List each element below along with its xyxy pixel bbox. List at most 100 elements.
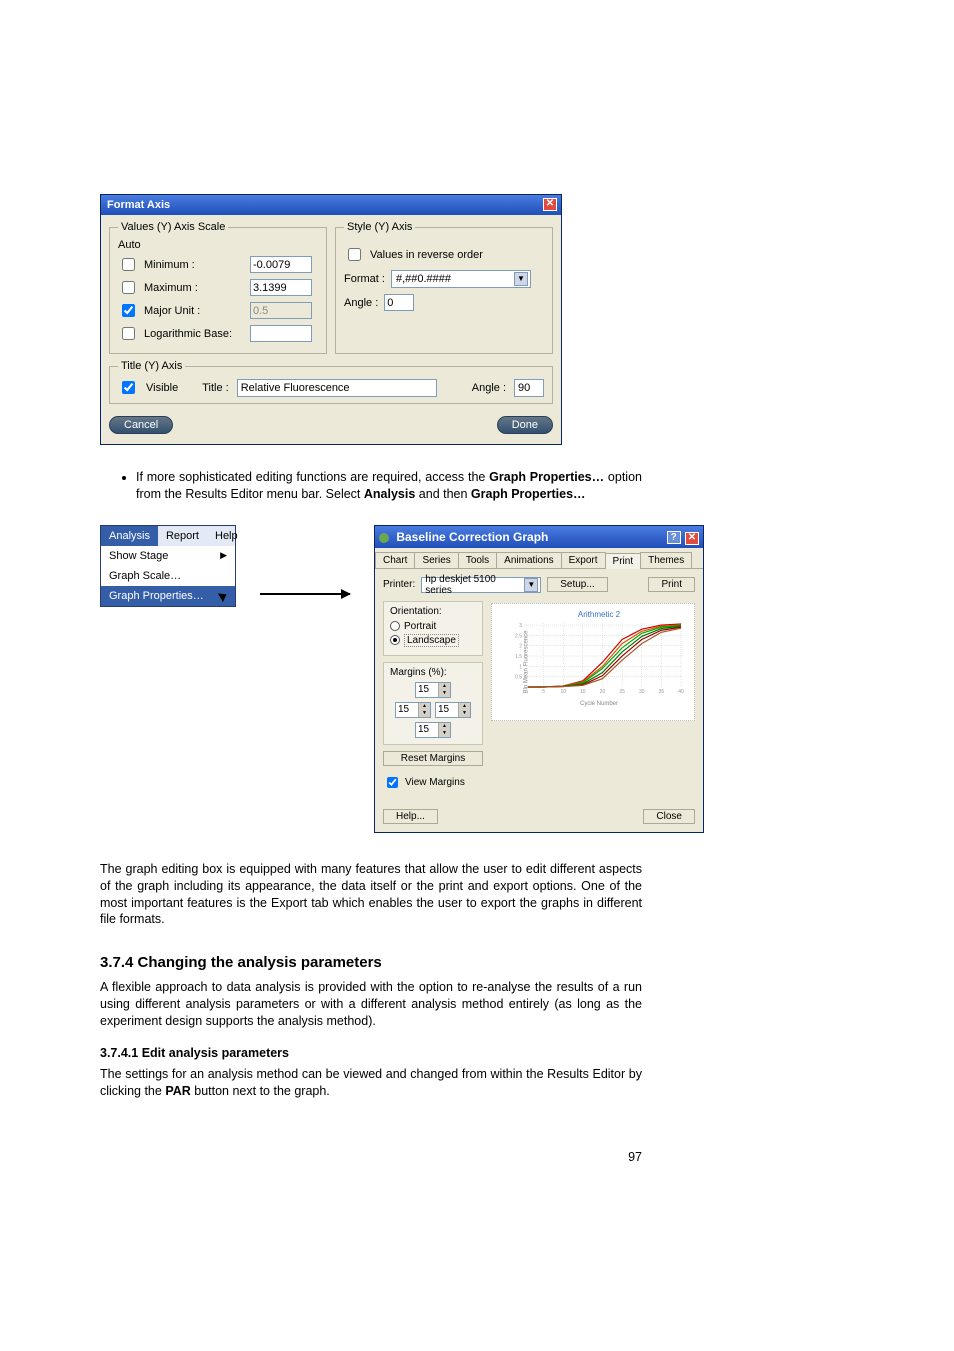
section-heading: 3.7.4 Changing the analysis parameters (100, 954, 642, 971)
arrow-icon (260, 593, 350, 595)
svg-text:10: 10 (560, 689, 566, 695)
svg-text:30: 30 (639, 689, 645, 695)
portrait-label: Portrait (404, 621, 436, 632)
close-button[interactable]: Close (643, 809, 695, 824)
print-tab-body: Printer: hp deskjet 5100 series ▼ Setup.… (375, 569, 703, 801)
y-axis-scale-group: Values (Y) Axis Scale Auto Minimum : Max… (109, 221, 327, 354)
bullet-list: If more sophisticated editing functions … (100, 469, 642, 503)
svg-text:25: 25 (619, 689, 625, 695)
graph-properties-ref: Graph Properties… (489, 470, 604, 484)
menu-dropdown: Show Stage ▶ Graph Scale… Graph Properti… (101, 546, 235, 606)
printer-label: Printer: (383, 579, 415, 590)
menu-item-label: Graph Scale… (109, 570, 181, 582)
maximum-auto-checkbox[interactable] (122, 281, 135, 294)
view-margins-checkbox[interactable]: View Margins (383, 774, 483, 791)
printer-select[interactable]: hp deskjet 5100 series ▼ (421, 577, 541, 593)
dialog-title: Format Axis (107, 199, 170, 211)
margin-left-stepper[interactable]: ▲▼ (395, 702, 431, 718)
reset-margins-button[interactable]: Reset Margins (383, 751, 483, 766)
menu-report[interactable]: Report (158, 526, 207, 546)
orientation-group: Orientation: Portrait Landscape (383, 601, 483, 656)
margin-right-value[interactable] (436, 703, 458, 717)
style-angle-field[interactable] (384, 294, 414, 311)
title-legend: Title (Y) Axis (118, 360, 185, 372)
bullet-item: If more sophisticated editing functions … (136, 469, 642, 503)
log-base-field[interactable] (250, 325, 312, 342)
dialog-titlebar[interactable]: Format Axis ✕ (101, 195, 561, 215)
margin-left-value[interactable] (396, 703, 418, 717)
menu-item-graph-properties[interactable]: Graph Properties… (101, 586, 235, 606)
menu-item-label: Graph Properties… (109, 590, 204, 602)
paragraph: A flexible approach to data analysis is … (100, 979, 642, 1030)
menu-analysis[interactable]: Analysis (101, 526, 158, 546)
tab-print[interactable]: Print (605, 553, 642, 569)
format-value: #,##0.#### (396, 273, 451, 285)
margin-bottom-value[interactable] (416, 723, 438, 737)
dropdown-icon[interactable]: ▼ (514, 272, 528, 286)
format-label: Format : (344, 273, 385, 285)
tab-chart[interactable]: Chart (375, 552, 415, 568)
minimum-label: Minimum : (144, 259, 244, 271)
svg-text:40: 40 (678, 689, 684, 695)
tab-themes[interactable]: Themes (640, 552, 692, 568)
menu-item-graph-scale[interactable]: Graph Scale… (101, 566, 235, 586)
print-button[interactable]: Print (648, 577, 695, 592)
done-button[interactable]: Done (497, 416, 553, 434)
orientation-label: Orientation: (390, 606, 476, 617)
margin-top-value[interactable] (416, 683, 438, 697)
minimum-auto-checkbox[interactable] (122, 258, 135, 271)
format-axis-dialog: Format Axis ✕ Values (Y) Axis Scale Auto… (100, 194, 562, 445)
text: If more sophisticated editing functions … (136, 470, 489, 484)
svg-text:2.5: 2.5 (515, 633, 522, 639)
log-base-label: Logarithmic Base: (144, 328, 244, 340)
printer-value: hp deskjet 5100 series (425, 574, 524, 596)
menu-item-show-stage[interactable]: Show Stage ▶ (101, 546, 235, 566)
svg-text:20: 20 (600, 689, 606, 695)
tab-export[interactable]: Export (561, 552, 606, 568)
print-close-icon[interactable]: ✕ (685, 532, 699, 545)
maximum-field[interactable] (250, 279, 312, 296)
help-icon[interactable]: ? (667, 531, 681, 544)
app-icon (379, 533, 389, 543)
paragraph: The settings for an analysis method can … (100, 1066, 642, 1100)
landscape-radio[interactable]: Landscape (390, 634, 476, 647)
major-unit-field[interactable] (250, 302, 312, 319)
margins-label: Margins (%): (390, 667, 476, 678)
reverse-order-checkbox[interactable] (348, 248, 361, 261)
title-visible-label: Visible (146, 382, 178, 394)
graph-properties-ref-2: Graph Properties… (471, 487, 586, 501)
help-button[interactable]: Help... (383, 809, 438, 824)
dropdown-icon[interactable]: ▼ (524, 578, 538, 592)
submenu-arrow-icon: ▶ (220, 550, 227, 561)
tab-tools[interactable]: Tools (458, 552, 497, 568)
title-angle-field[interactable] (514, 379, 544, 397)
style-angle-label: Angle : (344, 297, 378, 309)
svg-text:15: 15 (580, 689, 586, 695)
major-unit-auto-checkbox[interactable] (122, 304, 135, 317)
subsection-heading: 3.7.4.1 Edit analysis parameters (100, 1046, 642, 1060)
margin-right-stepper[interactable]: ▲▼ (435, 702, 471, 718)
menu-help[interactable]: Help (207, 526, 246, 546)
chart-ylabel: Bln Mean Fluorescence (524, 630, 530, 693)
close-icon[interactable]: ✕ (543, 198, 557, 211)
tab-animations[interactable]: Animations (496, 552, 561, 568)
cancel-button[interactable]: Cancel (109, 416, 173, 434)
text: and then (415, 487, 471, 501)
chart-xlabel: Cycle Number (510, 701, 688, 707)
margin-bottom-stepper[interactable]: ▲▼ (415, 722, 451, 738)
svg-text:3: 3 (519, 623, 522, 629)
title-field[interactable] (237, 379, 437, 397)
tab-series[interactable]: Series (414, 552, 458, 568)
margin-top-stepper[interactable]: ▲▼ (415, 682, 451, 698)
setup-button[interactable]: Setup... (547, 577, 607, 592)
print-dialog-titlebar[interactable]: Baseline Correction Graph ? ✕ (375, 526, 703, 548)
format-select[interactable]: #,##0.#### ▼ (391, 270, 531, 288)
chart-plot: 0.511.522.53510152025303540 (510, 621, 685, 699)
landscape-label: Landscape (404, 634, 459, 647)
log-base-checkbox[interactable] (122, 327, 135, 340)
minimum-field[interactable] (250, 256, 312, 273)
svg-text:35: 35 (659, 689, 665, 695)
portrait-radio[interactable]: Portrait (390, 621, 476, 632)
chart-title: Arithmetic 2 (510, 610, 688, 619)
title-visible-checkbox[interactable] (122, 381, 135, 394)
